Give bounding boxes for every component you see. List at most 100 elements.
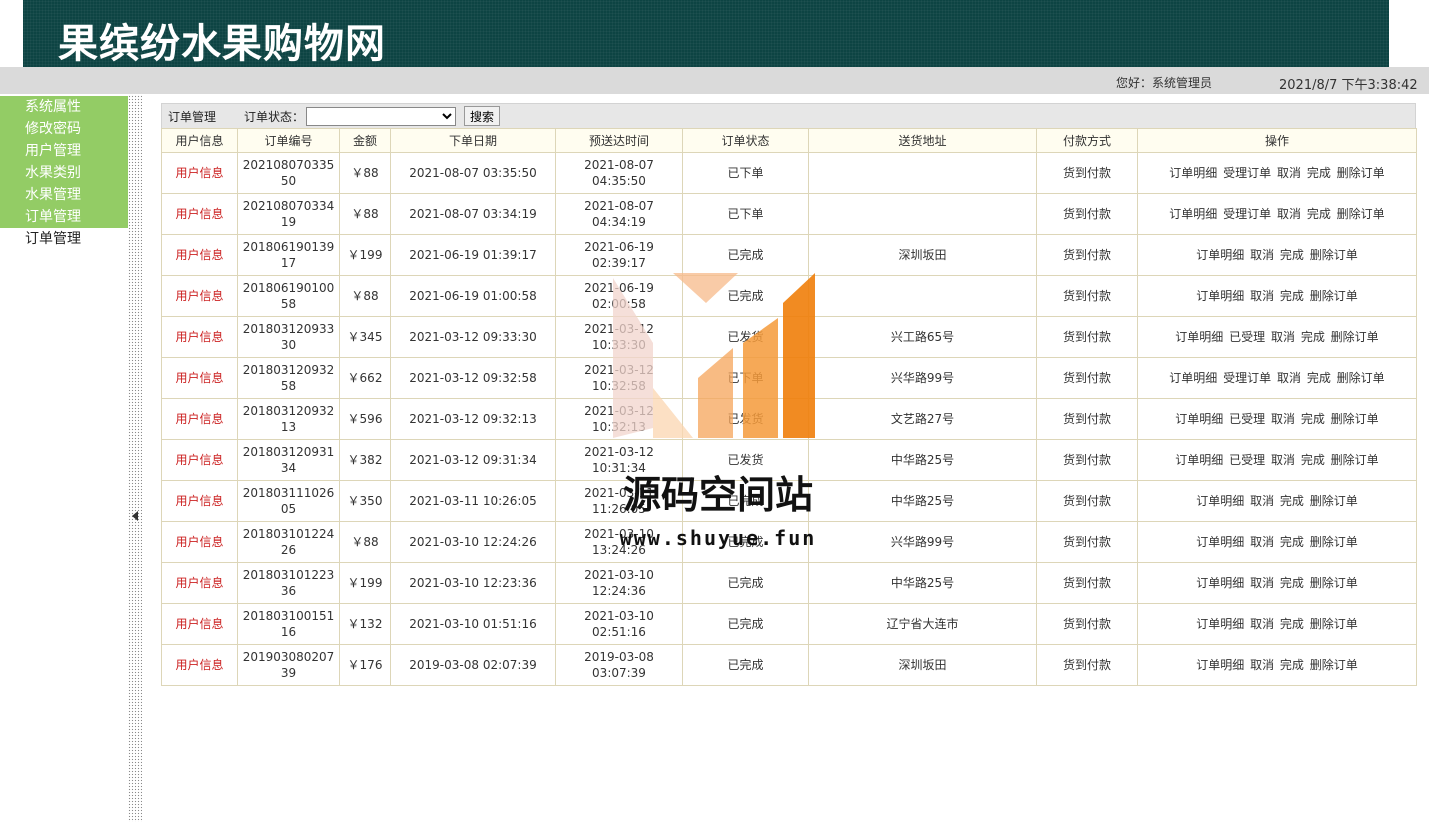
action-link[interactable]: 取消 [1271,453,1295,467]
action-link[interactable]: 订单明细 [1196,248,1244,262]
action-link[interactable]: 取消 [1271,330,1295,344]
action-link[interactable]: 完成 [1307,371,1331,385]
estimated-delivery: 2021-03-12 10:31:34 [555,439,683,481]
action-link[interactable]: 订单明细 [1196,576,1244,590]
action-link[interactable]: 已受理 [1229,330,1265,344]
user-info-link[interactable]: 用户信息 [161,152,238,194]
action-link[interactable]: 完成 [1301,412,1325,426]
action-link[interactable]: 订单明细 [1175,330,1223,344]
action-link[interactable]: 已受理 [1229,453,1265,467]
action-link[interactable]: 订单明细 [1169,207,1217,221]
action-link[interactable]: 完成 [1280,576,1304,590]
action-link[interactable]: 完成 [1280,617,1304,631]
action-link[interactable]: 删除订单 [1310,248,1358,262]
order-amount: ￥88 [339,193,391,235]
user-info-link[interactable]: 用户信息 [161,521,238,563]
action-link[interactable]: 删除订单 [1310,576,1358,590]
sidebar-item-system-properties[interactable]: 系统属性 [0,96,128,118]
user-info-link[interactable]: 用户信息 [161,275,238,317]
status-filter-select[interactable] [306,106,457,126]
column-header: 订单编号 [237,128,340,153]
action-link[interactable]: 取消 [1277,207,1301,221]
sidebar-subitem-order-management[interactable]: 订单管理 [0,228,128,250]
action-link[interactable]: 订单明细 [1196,617,1244,631]
action-link[interactable]: 已受理 [1229,412,1265,426]
action-link[interactable]: 完成 [1301,330,1325,344]
row-actions: 订单明细 取消 完成 删除订单 [1137,644,1417,686]
user-info-link[interactable]: 用户信息 [161,480,238,522]
order-number: 20210807033550 [237,152,340,194]
sidebar-splitter[interactable] [128,95,142,822]
action-link[interactable]: 订单明细 [1175,453,1223,467]
action-link[interactable]: 删除订单 [1331,330,1379,344]
sidebar-item-fruit-categories[interactable]: 水果类别 [0,162,128,184]
order-amount: ￥345 [339,316,391,358]
action-link[interactable]: 取消 [1277,371,1301,385]
action-link[interactable]: 订单明细 [1169,166,1217,180]
user-info-link[interactable]: 用户信息 [161,562,238,604]
action-link[interactable]: 完成 [1280,658,1304,672]
action-link[interactable]: 订单明细 [1196,494,1244,508]
search-button[interactable]: 搜索 [464,106,501,126]
action-link[interactable]: 订单明细 [1196,289,1244,303]
user-info-link[interactable]: 用户信息 [161,316,238,358]
action-link[interactable]: 删除订单 [1310,617,1358,631]
action-link[interactable]: 取消 [1250,289,1274,303]
action-link[interactable]: 删除订单 [1310,494,1358,508]
user-info-link[interactable]: 用户信息 [161,644,238,686]
column-header: 金额 [339,128,391,153]
action-link[interactable]: 完成 [1301,453,1325,467]
user-info-link[interactable]: 用户信息 [161,234,238,276]
action-link[interactable]: 取消 [1277,166,1301,180]
order-number: 20180312093330 [237,316,340,358]
action-link[interactable]: 订单明细 [1169,371,1217,385]
sidebar-item-user-management[interactable]: 用户管理 [0,140,128,162]
action-link[interactable]: 完成 [1280,494,1304,508]
action-link[interactable]: 删除订单 [1337,207,1385,221]
action-link[interactable]: 取消 [1250,576,1274,590]
action-link[interactable]: 订单明细 [1175,412,1223,426]
action-link[interactable]: 取消 [1250,494,1274,508]
action-link[interactable]: 受理订单 [1223,207,1271,221]
action-link[interactable]: 完成 [1280,535,1304,549]
action-link[interactable]: 完成 [1280,289,1304,303]
action-link[interactable]: 取消 [1250,535,1274,549]
action-link[interactable]: 订单明细 [1196,658,1244,672]
action-link[interactable]: 取消 [1250,658,1274,672]
user-info-link[interactable]: 用户信息 [161,193,238,235]
action-link[interactable]: 完成 [1307,207,1331,221]
column-header: 用户信息 [161,128,238,153]
action-link[interactable]: 完成 [1307,166,1331,180]
sidebar-item-change-password[interactable]: 修改密码 [0,118,128,140]
action-link[interactable]: 删除订单 [1310,535,1358,549]
user-info-link[interactable]: 用户信息 [161,357,238,399]
action-link[interactable]: 删除订单 [1337,166,1385,180]
action-link[interactable]: 受理订单 [1223,371,1271,385]
action-link[interactable]: 删除订单 [1310,289,1358,303]
payment-method: 货到付款 [1036,234,1138,276]
sidebar-item-fruit-management[interactable]: 水果管理 [0,184,128,206]
user-info-link[interactable]: 用户信息 [161,439,238,481]
action-link[interactable]: 删除订单 [1337,371,1385,385]
sidebar-item-order-management[interactable]: 订单管理 [0,206,128,228]
action-link[interactable]: 删除订单 [1310,658,1358,672]
order-number: 20180310122336 [237,562,340,604]
action-link[interactable]: 删除订单 [1331,412,1379,426]
row-actions: 订单明细 已受理 取消 完成 删除订单 [1137,316,1417,358]
collapse-arrow-icon[interactable] [132,511,138,521]
order-status: 已发货 [682,398,809,440]
order-amount: ￥199 [339,234,391,276]
order-amount: ￥88 [339,275,391,317]
action-link[interactable]: 订单明细 [1196,535,1244,549]
site-title: 果缤纷水果购物网 [58,21,386,67]
action-link[interactable]: 受理订单 [1223,166,1271,180]
action-link[interactable]: 取消 [1250,248,1274,262]
payment-method: 货到付款 [1036,316,1138,358]
user-info-link[interactable]: 用户信息 [161,398,238,440]
user-info-link[interactable]: 用户信息 [161,603,238,645]
action-link[interactable]: 删除订单 [1331,453,1379,467]
action-link[interactable]: 取消 [1250,617,1274,631]
action-link[interactable]: 取消 [1271,412,1295,426]
action-link[interactable]: 完成 [1280,248,1304,262]
delivery-address: 深圳坂田 [808,234,1037,276]
